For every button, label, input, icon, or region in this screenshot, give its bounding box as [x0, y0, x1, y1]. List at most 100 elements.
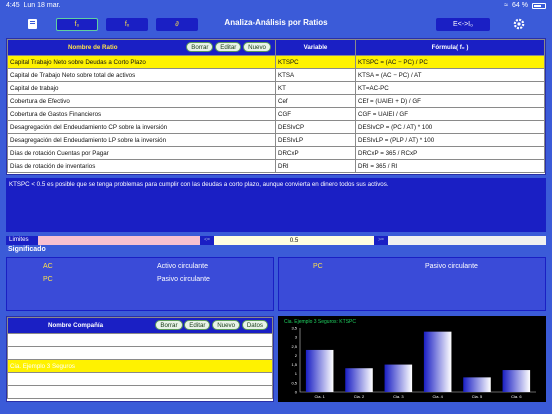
limites-label: Limites	[9, 236, 29, 243]
ratio-name-cell: Capital de Trabajo Neto sobre total de a…	[7, 68, 276, 82]
sig-desc: Pasivo circulante	[157, 276, 210, 283]
sig-var: PC	[313, 263, 323, 270]
ratio-name-cell: Días de rotación Cuentas por Pagar	[7, 146, 276, 160]
y-tick-label: 1	[295, 371, 298, 376]
edit-ratio-button[interactable]: Editar	[215, 42, 242, 52]
significado-right-panel: PC Pasivo circulante	[278, 257, 546, 311]
ratio-row[interactable]: Capital de trabajo KT KT=AC-PC	[7, 81, 545, 95]
y-tick-label: 1,5	[291, 362, 297, 367]
battery-icon	[532, 2, 546, 9]
ratio-variable-cell: DESIvCP	[275, 120, 356, 134]
significado-left-panel: AC Activo circulante PC Pasivo circulant…	[6, 257, 274, 311]
formula-header: Fórmula( f₀ )	[355, 39, 545, 56]
ratio-formula-cell: DESIvCP = (PC / AT) * 100	[355, 120, 545, 134]
ratio-formula-cell: KT=AC-PC	[355, 81, 545, 95]
ratio-row[interactable]: Días de rotación de inventarios DRI DRI = …	[7, 159, 545, 173]
ratios-table-panel: Nombre de Ratio Borrar Editar Nuevo Vari…	[6, 38, 546, 175]
y-tick-label: 2	[295, 353, 298, 358]
ratio-row[interactable]: Desagregación del Endeudamiento CP sobre…	[7, 120, 545, 134]
company-row-empty[interactable]	[7, 385, 273, 399]
limites-bar: Limites <= 0.5 >=	[6, 236, 546, 245]
companies-panel: Nombre Compañía Borrar Editar Nuevo Dato…	[6, 316, 274, 402]
ratio-description: KTSPC < 0.5 es posible que se tenga prob…	[6, 178, 546, 232]
ratio-formula-cell: CGF = UAIEI / GF	[355, 107, 545, 121]
y-tick-label: 2,5	[291, 344, 297, 349]
ratio-name-cell: Días de rotación de inventarios	[7, 159, 276, 173]
ratio-name-cell: Capital de trabajo	[7, 81, 276, 95]
x-tick-label: Cia. 1	[314, 394, 325, 399]
company-row[interactable]: Cia. Ejemplo 2	[7, 346, 273, 360]
chart-bar	[345, 368, 373, 392]
company-name-cell: Cia. Ejemplo 2	[7, 346, 273, 360]
companies-table: Nombre Compañía Borrar Editar Nuevo Dato…	[7, 317, 273, 399]
sig-desc: Activo circulante	[157, 263, 208, 270]
ratio-row[interactable]: Cobertura de Gastos Financieros CGF CGF = …	[7, 107, 545, 121]
ratio-variable-cell: Cef	[275, 94, 356, 108]
x-tick-label: Cia. 2	[354, 394, 365, 399]
delete-ratio-button[interactable]: Borrar	[186, 42, 214, 52]
delete-company-button[interactable]: Borrar	[155, 320, 183, 330]
chart-axes	[299, 328, 536, 393]
bar-chart: Cia. Ejemplo 3 Seguros: KTSPC3,5 3 2,5 2 1,5…	[284, 319, 536, 399]
ratio-formula-cell: KTSPC = (AC − PC) / PC	[355, 55, 545, 69]
x-tick-label: Cia. 6	[511, 394, 522, 399]
y-tick-label: 0,5	[291, 380, 297, 385]
ratio-name-cell: Desagregación del Endeudamiento CP sobre…	[7, 120, 276, 134]
status-right: ≈ 64 %	[504, 2, 546, 9]
ratio-formula-cell: KTSA = (AC − PC) / AT	[355, 68, 545, 82]
ratio-row[interactable]: Cobertura de Efectivo Cef CEf = (UAIEI + D…	[7, 94, 545, 108]
company-name-cell: Cia. Ejemplo 3 Seguros	[7, 359, 273, 373]
ratio-name-cell: Desagregación del Endeudamiento LP sobre…	[7, 133, 276, 147]
chart-bar	[305, 349, 334, 392]
company-row[interactable]: Cia. Ejemplo 3 Seguros	[7, 359, 273, 373]
gear-icon[interactable]	[512, 17, 526, 31]
limit-value[interactable]: 0.5	[214, 236, 374, 245]
significado-label: Significado	[8, 246, 46, 253]
ratio-name-header: Nombre de Ratio Borrar Editar Nuevo	[7, 39, 276, 56]
ratio-formula-cell: DRI = 365 / RI	[355, 159, 545, 173]
chart-bar	[463, 377, 491, 392]
e-to-i-button[interactable]: E<->I₀	[436, 18, 490, 31]
lower-limit-zone	[38, 236, 200, 245]
company-row[interactable]: Cia. Ejemplo 1	[7, 333, 273, 347]
y-tick-label: 0	[295, 390, 298, 395]
new-company-button[interactable]: Nuevo	[212, 320, 241, 330]
ratio-name-cell: Capital Trabajo Neto sobre Deudas a Cort…	[7, 55, 276, 69]
y-tick-label: 3,5	[291, 326, 297, 331]
ratio-formula-cell: DRCxP = 365 / RCxP	[355, 146, 545, 160]
ratio-row[interactable]: Desagregación del Endeudamiento LP sobre…	[7, 133, 545, 147]
ratio-name-cell: Cobertura de Efectivo	[7, 94, 276, 108]
status-time: 4:45 Lun 18 mar.	[6, 2, 61, 9]
company-row-empty[interactable]	[7, 372, 273, 386]
ratio-variable-cell: DESIvLP	[275, 133, 356, 147]
ratio-variable-cell: KTSA	[275, 68, 356, 82]
x-tick-label: Cia. 4	[432, 394, 443, 399]
ratio-variable-cell: DRI	[275, 159, 356, 173]
company-name-cell	[7, 385, 273, 399]
company-header: Nombre Compañía Borrar Editar Nuevo Dato…	[7, 317, 273, 334]
edit-company-button[interactable]: Editar	[184, 320, 211, 330]
ratio-row[interactable]: Días de rotación Cuentas por Pagar DRCxP D…	[7, 146, 545, 160]
chart-title: Cia. Ejemplo 3 Seguros: KTSPC	[284, 319, 356, 325]
ratio-formula-cell: DESIvLP = (PLP / AT) * 100	[355, 133, 545, 147]
ratio-name-cell: Cobertura de Gastos Financieros	[7, 107, 276, 121]
upper-limit-marker: >=	[378, 237, 384, 243]
chart-bar	[384, 364, 413, 392]
y-tick-label: 3	[295, 335, 298, 340]
status-bar: 4:45 Lun 18 mar. ≈ 64 %	[0, 0, 552, 12]
sig-var: PC	[43, 276, 53, 283]
ratio-variable-cell: KT	[275, 81, 356, 95]
new-ratio-button[interactable]: Nuevo	[243, 42, 271, 52]
ratio-row[interactable]: Capital de Trabajo Neto sobre total de a…	[7, 68, 545, 82]
wifi-icon: ≈	[504, 2, 509, 9]
variable-header: Variable	[275, 39, 356, 56]
data-company-button[interactable]: Datos	[241, 320, 268, 330]
ratios-table: Nombre de Ratio Borrar Editar Nuevo Vari…	[7, 39, 545, 173]
company-name-cell: Cia. Ejemplo 1	[7, 333, 273, 347]
sig-var: AC	[43, 263, 53, 270]
ratio-row[interactable]: Capital Trabajo Neto sobre Deudas a Cort…	[7, 55, 545, 69]
battery-percent: 64 %	[512, 2, 528, 9]
x-tick-label: Cia. 5	[472, 394, 483, 399]
company-name-cell	[7, 372, 273, 386]
ratio-variable-cell: CGF	[275, 107, 356, 121]
